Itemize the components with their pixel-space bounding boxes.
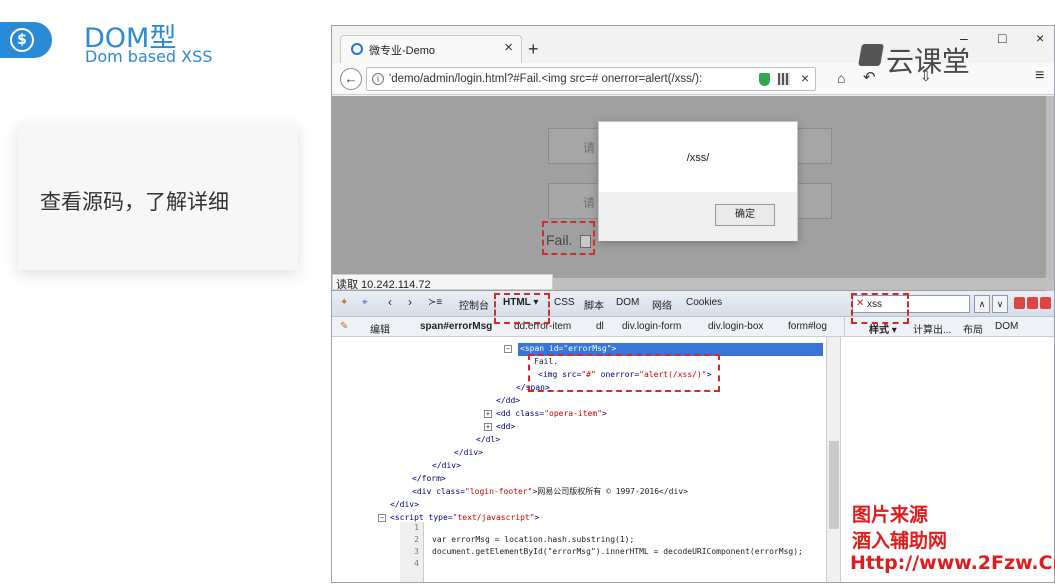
browser-window: 微专业-Demo × + – □ × ← i 'demo/admin/login… [331, 25, 1055, 583]
expand-icon[interactable]: + [484, 410, 492, 418]
maximize-button[interactable]: □ [998, 30, 1006, 46]
tree-scrollbar[interactable] [826, 337, 840, 582]
devtools-close-icon[interactable] [1040, 297, 1051, 309]
code-line[interactable]: var errorMsg = location.hash.substring(1… [432, 534, 634, 546]
tree-line[interactable]: </dd> [496, 395, 520, 407]
edit-button[interactable]: 编辑 [370, 321, 390, 336]
payload-highlight-box [528, 354, 720, 392]
scrollbar-thumb[interactable] [829, 441, 839, 529]
line-number: 3 [414, 547, 419, 556]
hamburger-menu-icon[interactable]: ≡ [1035, 67, 1044, 85]
page-scrollbar[interactable] [1046, 96, 1054, 300]
tree-line[interactable]: </div> [390, 499, 419, 511]
firebug-icon[interactable]: ✦ [340, 297, 348, 308]
new-tab-button[interactable]: + [528, 39, 539, 60]
collapse-icon[interactable]: − [378, 514, 386, 522]
note-card: 查看源码，了解详细 [18, 124, 298, 270]
alert-dialog: /xss/ 确定 [598, 121, 798, 241]
tab-script[interactable]: 脚本 [584, 297, 604, 312]
url-clear-icon[interactable]: × [801, 70, 809, 86]
tree-line[interactable]: </form> [412, 473, 446, 485]
breadcrumb: ✎ 编辑 span#errorMsg dd.error-item dl div.… [332, 317, 844, 337]
collapse-icon[interactable]: − [504, 345, 512, 353]
crumb-form-log[interactable]: form#log [788, 321, 827, 332]
html-tab-highlight-box [494, 293, 550, 324]
search-next-button[interactable]: ∨ [992, 295, 1008, 313]
side-tab-dom[interactable]: DOM [995, 321, 1018, 332]
line-number: 2 [414, 535, 419, 544]
undo-icon[interactable]: ↶ [863, 68, 876, 86]
username-placeholder: 请 [583, 141, 596, 155]
alert-message: /xss/ [686, 152, 710, 164]
expand-icon[interactable]: + [484, 423, 492, 431]
tab-css[interactable]: CSS [554, 297, 575, 308]
tab-dom[interactable]: DOM [616, 297, 639, 308]
home-icon[interactable]: ⌂ [837, 70, 845, 86]
side-tab-computed[interactable]: 计算出... [913, 321, 951, 336]
tab-close-icon[interactable]: × [504, 39, 513, 56]
qr-code-icon[interactable] [778, 73, 790, 85]
tab-console[interactable]: 控制台 [459, 297, 489, 312]
address-bar[interactable]: i 'demo/admin/login.html?#Fail.<img src=… [366, 67, 816, 91]
slide-subtitle: Dom based XSS [85, 47, 213, 66]
side-tab-layout[interactable]: 布局 [963, 321, 983, 336]
slide: $ DOM型 Dom based XSS 查看源码，了解详细 微专业-Demo … [0, 0, 1055, 586]
alert-ok-button[interactable]: 确定 [715, 204, 775, 226]
tree-line[interactable]: <dd class="opera-item"> [496, 408, 607, 420]
loading-icon [351, 43, 363, 55]
watermark-line-2: 酒入辅助网 [852, 530, 948, 552]
tab-title: 微专业-Demo [369, 45, 436, 57]
status-bar: 读取 10.242.114.72 [332, 274, 553, 291]
info-icon[interactable]: i [372, 73, 384, 85]
crumb-dl[interactable]: dl [596, 321, 604, 332]
dollar-icon: $ [10, 28, 34, 52]
tree-line[interactable]: </dl> [476, 434, 500, 446]
fail-highlight-box [542, 221, 595, 255]
back-button[interactable]: ← [340, 68, 362, 90]
console-toggle-icon[interactable]: ≻≡ [428, 297, 442, 308]
line-number-gutter: 1 2 3 4 [400, 522, 424, 582]
crumb-div-login-form[interactable]: div.login-form [622, 321, 681, 332]
tree-line[interactable]: </div> [432, 460, 461, 472]
watermark-logo-icon [858, 44, 884, 66]
code-line[interactable]: document.getElementById("errorMsg").inne… [432, 546, 803, 558]
edit-icon[interactable]: ✎ [340, 321, 348, 332]
tab-cookies[interactable]: Cookies [686, 297, 722, 308]
shield-icon[interactable] [759, 73, 770, 86]
horizontal-scrollbar[interactable] [553, 278, 1054, 290]
close-window-button[interactable]: × [1036, 30, 1044, 46]
search-prev-button[interactable]: ∧ [974, 295, 990, 313]
line-number: 1 [414, 523, 419, 532]
tree-line[interactable]: </div> [454, 447, 483, 459]
logo-badge: $ [0, 22, 52, 58]
devtools-toolbar: ✦ ⌖ ‹ › ≻≡ 控制台 HTML ▾ CSS 脚本 DOM 网络 Cook… [332, 291, 1054, 317]
crumb-span-errormsg[interactable]: span#errorMsg [420, 321, 492, 332]
tree-line[interactable]: <div class="login-footer">网易公司版权所有 © 199… [412, 486, 688, 498]
url-text[interactable]: 'demo/admin/login.html?#Fail.<img src=# … [389, 73, 702, 85]
devtools-detach-icon[interactable] [1027, 297, 1038, 309]
tree-line[interactable]: <dd> [496, 421, 515, 433]
watermark-text: 云课堂 [886, 45, 971, 78]
note-text: 查看源码，了解详细 [40, 190, 229, 214]
tab-network[interactable]: 网络 [652, 297, 672, 312]
browser-tab[interactable]: 微专业-Demo × [340, 35, 522, 63]
line-number: 4 [414, 559, 419, 568]
password-placeholder: 请 [583, 196, 596, 210]
search-highlight-box [851, 293, 909, 324]
prev-icon[interactable]: ‹ [388, 295, 392, 309]
next-icon[interactable]: › [408, 295, 412, 309]
watermark-line-1: 图片来源 [852, 504, 929, 526]
devtools-minimize-icon[interactable] [1014, 297, 1025, 309]
inspect-icon[interactable]: ⌖ [362, 297, 368, 308]
crumb-div-login-box[interactable]: div.login-box [708, 321, 763, 332]
watermark-line-3: Http://www.2Fzw.Cn [850, 552, 1055, 574]
